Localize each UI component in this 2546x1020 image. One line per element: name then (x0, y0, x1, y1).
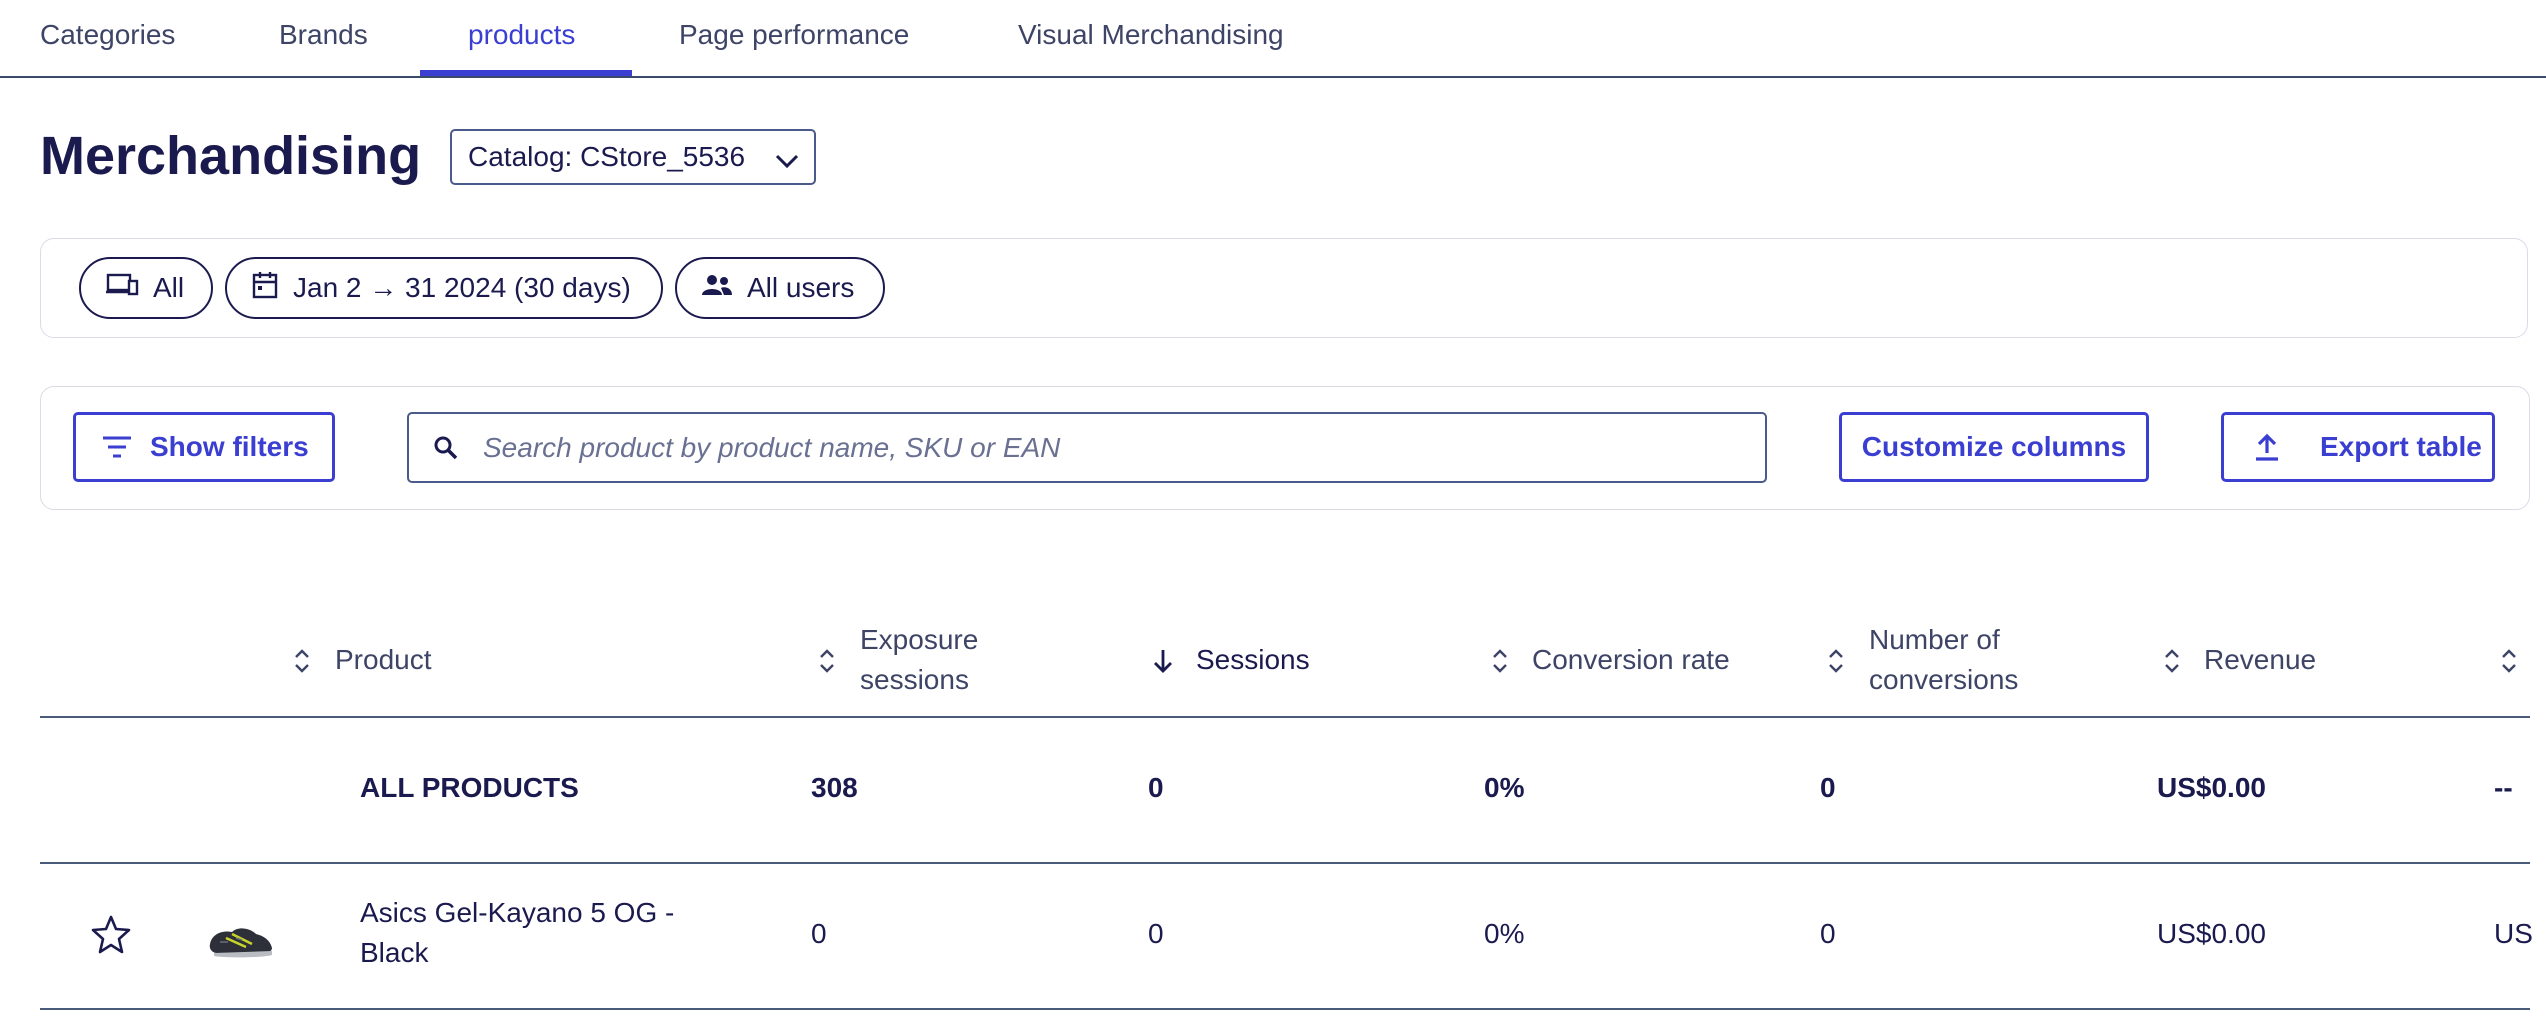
catalog-selector[interactable]: Catalog: CStore_5536 (450, 129, 816, 185)
cell-next-column: US (2494, 918, 2533, 949)
customize-columns-label: Customize columns (1861, 431, 2127, 462)
cell-exposure-sessions: 0 (811, 918, 827, 949)
date-range-label: Jan 2 → 31 2024 (30 days) (293, 272, 631, 303)
date-range-pill[interactable]: Jan 2 → 31 2024 (30 days) (225, 257, 663, 319)
star-icon[interactable] (90, 914, 132, 959)
upload-icon (2254, 433, 2280, 461)
tab-page-performance[interactable]: Page performance (679, 0, 909, 70)
search-input[interactable] (481, 430, 1685, 465)
column-header-revenue[interactable]: Revenue (2204, 640, 2316, 680)
show-filters-label: Show filters (150, 431, 309, 462)
filter-bar: All Jan 2 → 31 2024 (30 days) All users (40, 238, 2528, 338)
column-header-conversion-rate[interactable]: Conversion rate (1532, 640, 1730, 680)
tab-products[interactable]: products (468, 0, 575, 70)
cell-conversion-rate: 0% (1484, 918, 1525, 949)
customize-columns-button[interactable]: Customize columns (1839, 412, 2149, 482)
summary-product: ALL PRODUCTS (360, 772, 579, 803)
table-row-divider (40, 1008, 2530, 1010)
summary-next-column: -- (2494, 772, 2513, 803)
column-header-exposure-sessions[interactable]: Exposure sessions (860, 620, 1050, 700)
sort-icon[interactable] (2163, 646, 2181, 681)
device-filter-label: All (153, 272, 185, 303)
cell-revenue: US$0.00 (2157, 918, 2266, 949)
cell-sessions: 0 (1148, 918, 1164, 949)
chevron-down-icon (774, 147, 800, 179)
calendar-icon (227, 270, 293, 307)
tab-brands[interactable]: Brands (279, 0, 368, 70)
tab-visual-merchandising[interactable]: Visual Merchandising (1018, 0, 1284, 70)
users-icon (677, 272, 747, 304)
summary-conversions: 0 (1820, 772, 1836, 803)
product-thumbnail (206, 920, 276, 965)
column-header-sessions[interactable]: Sessions (1196, 640, 1310, 680)
search-field[interactable] (407, 412, 1767, 483)
summary-conversion-rate: 0% (1484, 772, 1525, 803)
device-filter-pill[interactable]: All (79, 257, 213, 319)
column-header-number-of-conversions[interactable]: Number of conversions (1869, 620, 2099, 700)
catalog-selector-label: Catalog: CStore_5536 (468, 141, 746, 172)
sort-icon[interactable] (1827, 646, 1845, 681)
summary-sessions: 0 (1148, 772, 1164, 803)
table-header-divider (40, 716, 2530, 718)
summary-revenue: US$0.00 (2157, 772, 2266, 803)
filter-icon (102, 435, 132, 459)
arrow-down-icon[interactable] (1151, 646, 1175, 681)
audience-label: All users (747, 272, 855, 303)
audience-pill[interactable]: All users (675, 257, 885, 319)
sort-icon[interactable] (818, 646, 836, 681)
show-filters-button[interactable]: Show filters (73, 412, 335, 482)
sort-icon[interactable] (2500, 646, 2518, 681)
cell-conversions: 0 (1820, 918, 1836, 949)
summary-exposure-sessions: 308 (811, 772, 858, 803)
export-table-button[interactable]: Export table (2221, 412, 2495, 482)
table-row-divider (40, 862, 2530, 864)
tab-categories[interactable]: Categories (40, 0, 175, 70)
product-name[interactable]: Asics Gel-Kayano 5 OG - Black (360, 893, 700, 973)
export-table-label: Export table (2320, 431, 2482, 462)
devices-icon (81, 272, 153, 305)
sort-icon[interactable] (293, 646, 311, 681)
page-title: Merchandising (40, 126, 422, 186)
active-tab-indicator (420, 70, 632, 76)
column-header-product[interactable]: Product (335, 640, 432, 680)
tab-bar: Categories Brands products Page performa… (0, 0, 2546, 78)
search-icon (433, 435, 459, 461)
sort-icon[interactable] (1491, 646, 1509, 681)
